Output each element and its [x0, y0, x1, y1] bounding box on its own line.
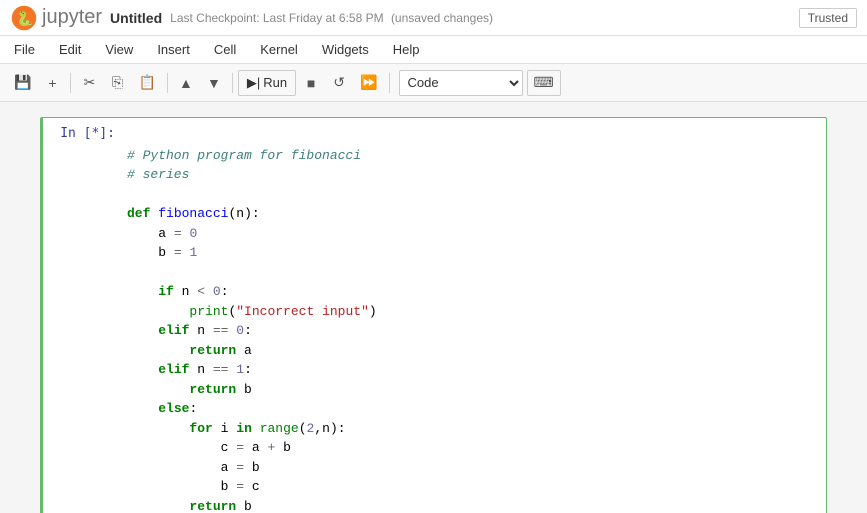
run-label: Run: [263, 75, 287, 90]
topbar-left: 🐍 jupyter Untitled Last Checkpoint: Last…: [10, 4, 493, 32]
paste-button[interactable]: 📋: [132, 70, 161, 96]
code-cell[interactable]: In [*]: # Python program for fibonacci #…: [40, 117, 827, 513]
menu-kernel[interactable]: Kernel: [256, 40, 302, 59]
save-button[interactable]: 💾: [8, 70, 37, 96]
notebook-title[interactable]: Untitled: [110, 10, 162, 26]
topbar: 🐍 jupyter Untitled Last Checkpoint: Last…: [0, 0, 867, 36]
toolbar: 💾 + ✂ ⎘ 📋 ▲ ▼ ▶| Run ■ ↺ ⏩ Code Markdown…: [0, 64, 867, 102]
stop-button[interactable]: ■: [298, 70, 324, 96]
menu-cell[interactable]: Cell: [210, 40, 240, 59]
menu-insert[interactable]: Insert: [153, 40, 194, 59]
code-block: # Python program for fibonacci # series …: [127, 126, 818, 513]
cell-body[interactable]: # Python program for fibonacci # series …: [123, 118, 826, 513]
copy-button[interactable]: ⎘: [104, 70, 130, 96]
menu-widgets[interactable]: Widgets: [318, 40, 373, 59]
cell-prompt: In [*]:: [43, 118, 123, 513]
menu-view[interactable]: View: [101, 40, 137, 59]
trusted-button[interactable]: Trusted: [799, 8, 857, 28]
step-icon: ▶|: [247, 75, 260, 91]
notebook-area: In [*]: # Python program for fibonacci #…: [0, 102, 867, 513]
cell-type-select[interactable]: Code Markdown Raw NBConvert: [399, 70, 523, 96]
add-cell-button[interactable]: +: [39, 70, 65, 96]
restart-run-button[interactable]: ⏩: [354, 70, 383, 96]
menu-help[interactable]: Help: [389, 40, 424, 59]
jupyter-logo: 🐍 jupyter: [10, 4, 102, 32]
divider-4: [389, 73, 390, 93]
keyboard-shortcuts-button[interactable]: ⌨: [527, 70, 561, 96]
menubar: File Edit View Insert Cell Kernel Widget…: [0, 36, 867, 64]
divider-1: [70, 73, 71, 93]
jupyter-icon: 🐍: [10, 4, 38, 32]
divider-2: [167, 73, 168, 93]
svg-text:🐍: 🐍: [16, 10, 33, 27]
checkpoint-info: Last Checkpoint: Last Friday at 6:58 PM …: [170, 11, 493, 25]
move-down-button[interactable]: ▼: [201, 70, 227, 96]
restart-button[interactable]: ↺: [326, 70, 352, 96]
run-button[interactable]: ▶| Run: [238, 70, 296, 96]
menu-file[interactable]: File: [10, 40, 39, 59]
app-name: jupyter: [42, 6, 102, 29]
cut-button[interactable]: ✂: [76, 70, 102, 96]
menu-edit[interactable]: Edit: [55, 40, 85, 59]
move-up-button[interactable]: ▲: [173, 70, 199, 96]
divider-3: [232, 73, 233, 93]
